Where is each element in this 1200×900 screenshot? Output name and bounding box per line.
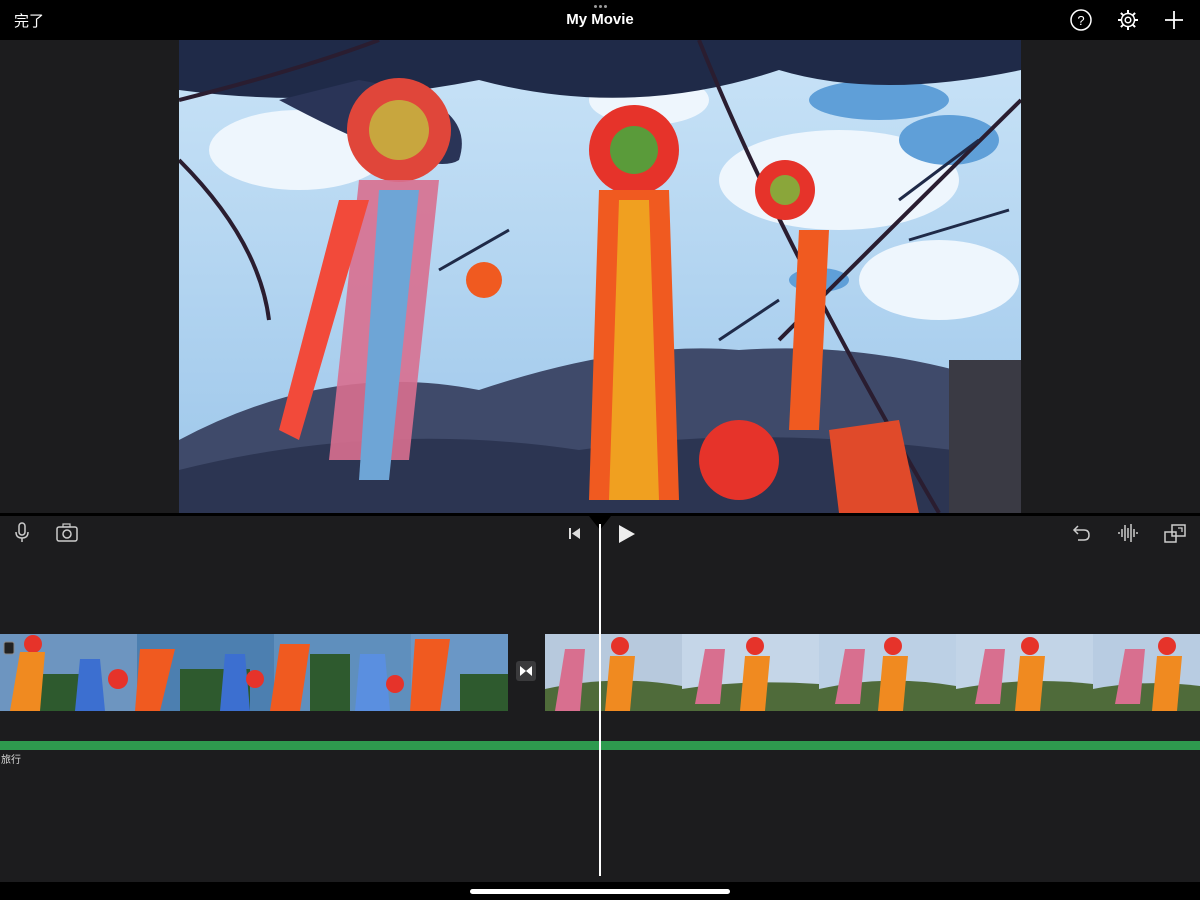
audio-waveform-icon[interactable] [1116, 521, 1140, 545]
video-preview[interactable] [179, 40, 1021, 513]
plus-icon[interactable] [1162, 8, 1186, 32]
gear-icon[interactable] [1116, 8, 1140, 32]
done-button[interactable]: 完了 [14, 10, 44, 31]
microphone-icon[interactable] [10, 521, 34, 545]
drag-handle-dots[interactable] [592, 5, 608, 9]
audio-track-label: 旅行 [1, 755, 21, 766]
svg-text:?: ? [1077, 13, 1084, 28]
project-title: My Movie [566, 11, 634, 28]
top-bar: 完了 My Movie ? [0, 0, 1200, 40]
help-icon[interactable]: ? [1069, 8, 1093, 32]
video-clip-2[interactable] [545, 634, 1200, 711]
camera-icon[interactable] [55, 521, 79, 545]
title-area: My Movie [500, 0, 700, 40]
fullscreen-icon[interactable] [1163, 522, 1187, 546]
undo-icon[interactable] [1068, 521, 1092, 545]
play-icon[interactable] [614, 522, 638, 546]
skip-to-start-icon[interactable] [563, 522, 587, 546]
video-clip-1[interactable] [0, 634, 508, 711]
transition-button[interactable] [516, 661, 536, 681]
playhead [599, 524, 601, 876]
home-indicator[interactable] [470, 889, 730, 894]
